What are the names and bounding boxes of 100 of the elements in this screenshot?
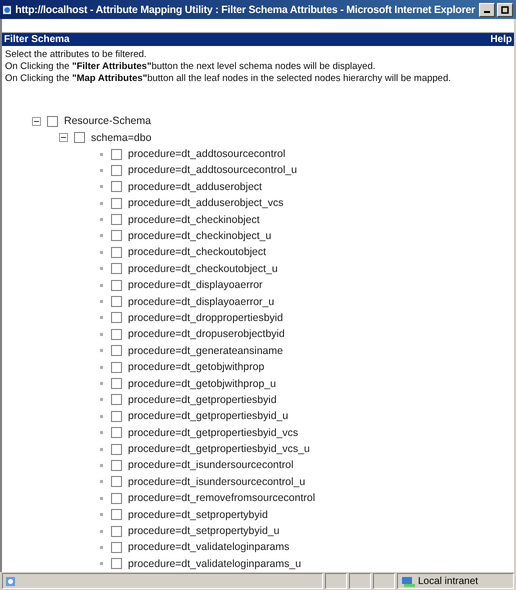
collapse-icon[interactable] (59, 133, 68, 142)
browser-icon (3, 4, 12, 16)
tree-node-label: procedure=dt_removefromsourcecontrol (128, 492, 316, 504)
tree-node-label: procedure=dt_setpropertybyid (128, 508, 268, 521)
leaf-icon (100, 202, 103, 205)
checkbox[interactable] (111, 492, 122, 504)
tree-node-label: procedure=dt_displayoaerror_u (128, 296, 274, 308)
leaf-icon (100, 496, 103, 500)
tree-node-label: procedure=dt_addtosourcecontrol (128, 148, 286, 160)
checkbox[interactable] (111, 378, 122, 389)
tree-node-label: procedure=dt_getobjwithprop_u (128, 378, 276, 390)
leaf-icon (100, 332, 103, 336)
tree-node-label: procedure=dt_checkoutobject (128, 246, 266, 258)
help-link[interactable]: Help (490, 34, 512, 46)
leaf-icon (100, 316, 103, 320)
zone-label: Local intranet (418, 576, 478, 586)
tree-node-label: procedure=dt_getpropertiesbyid (128, 394, 277, 406)
leaf-icon (100, 152, 103, 156)
checkbox[interactable] (111, 164, 122, 176)
intranet-icon (401, 576, 415, 586)
tree-node-label: procedure=dt_getpropertiesbyid_vcs (128, 426, 298, 439)
tree-node-label: procedure=dt_checkinobject_u (128, 230, 272, 242)
page-icon (5, 576, 16, 586)
status-panel (325, 573, 347, 589)
leaf-icon (100, 185, 103, 188)
leaf-icon (100, 530, 103, 533)
leaf-icon (100, 431, 103, 434)
checkbox[interactable] (74, 132, 85, 144)
leaf-icon (100, 398, 103, 402)
checkbox[interactable] (111, 542, 122, 553)
leaf-icon (100, 168, 103, 172)
tree-node-label: procedure=dt_getpropertiesbyid_vcs_u (128, 443, 310, 456)
tree-node-label: procedure=dt_validateloginparams_u (128, 558, 302, 570)
checkbox[interactable] (111, 362, 122, 373)
tree-node-label: procedure=dt_displayoaerror (128, 279, 263, 292)
instruction-text: On Clicking the "Map Attributes"button all the leaf nodes in the selected nodes hierarchy will be mapped. (5, 73, 452, 86)
minimize-icon (484, 11, 490, 13)
tree-node-label: procedure=dt_checkoutobject_u (128, 262, 278, 275)
tree-node-label: procedure=dt_isundersourcecontrol_u (128, 476, 306, 488)
leaf-icon (100, 513, 103, 516)
checkbox[interactable] (111, 230, 122, 242)
checkbox[interactable] (111, 460, 122, 471)
leaf-icon (100, 349, 103, 352)
checkbox[interactable] (111, 476, 122, 488)
maximize-icon (501, 6, 509, 14)
tree-node-label: procedure=dt_addtosourcecontrol_u (128, 164, 297, 176)
checkbox[interactable] (111, 509, 122, 520)
checkbox[interactable] (111, 526, 122, 537)
checkbox[interactable] (111, 328, 122, 340)
checkbox[interactable] (111, 198, 122, 209)
tree-node-label: procedure=dt_dropuserobjectbyid (128, 328, 285, 340)
checkbox[interactable] (111, 296, 122, 308)
checkbox[interactable] (111, 410, 122, 422)
checkbox[interactable] (111, 181, 122, 192)
leaf-icon (100, 267, 103, 270)
checkbox[interactable] (111, 345, 122, 356)
instruction-text: On Clicking the "Filter Attributes"button the next level schema nodes will be displayed. (5, 61, 376, 74)
tree-node-label: procedure=dt_droppropertiesbyid (128, 312, 283, 324)
tree-node-label: procedure=dt_getobjwithprop (128, 361, 264, 374)
leaf-icon (100, 414, 103, 418)
checkbox[interactable] (111, 263, 122, 274)
checkbox[interactable] (111, 280, 122, 291)
leaf-icon (100, 448, 103, 451)
checkbox[interactable] (111, 427, 122, 438)
section-title: Filter Schema (4, 34, 70, 46)
checkbox[interactable] (111, 558, 122, 570)
leaf-icon (100, 234, 103, 238)
checkbox[interactable] (111, 246, 122, 258)
leaf-icon (100, 300, 103, 304)
tree-node-label: procedure=dt_isundersourcecontrol (128, 459, 294, 472)
instruction-text: Select the attributes to be filtered. (5, 49, 148, 62)
maximize-button[interactable] (497, 2, 513, 16)
leaf-icon (100, 284, 103, 287)
checkbox[interactable] (111, 214, 122, 226)
tree-node-label: procedure=dt_adduserobject_vcs (128, 197, 284, 210)
checkbox[interactable] (47, 116, 58, 127)
leaf-icon (100, 464, 103, 467)
collapse-icon[interactable] (32, 116, 41, 126)
checkbox[interactable] (111, 148, 122, 160)
leaf-icon (100, 382, 103, 385)
window-title: http://localhost - Attribute Mapping Utility : Filter Schema Attributes - Microsoft Internet Explorer (15, 4, 475, 16)
status-panel (349, 573, 371, 589)
checkbox[interactable] (111, 394, 122, 406)
leaf-icon (100, 562, 103, 566)
status-panel (373, 573, 395, 589)
tree-node-label: Resource-Schema (64, 115, 151, 128)
tree-node-label: procedure=dt_checkinobject (128, 214, 260, 226)
tree-node-label: procedure=dt_getpropertiesbyid_u (128, 410, 288, 422)
leaf-icon (100, 218, 103, 222)
leaf-icon (100, 480, 103, 484)
leaf-icon (100, 546, 103, 549)
leaf-icon (100, 366, 103, 369)
checkbox[interactable] (111, 312, 122, 324)
minimize-button[interactable] (479, 2, 495, 16)
leaf-icon (100, 250, 103, 254)
tree-node-label: procedure=dt_generateansiname (128, 344, 283, 357)
tree-node-label: procedure=dt_adduserobject (128, 180, 262, 193)
checkbox[interactable] (111, 444, 122, 455)
tree-node-label: schema=dbo (91, 132, 152, 144)
tree-node-label: procedure=dt_setpropertybyid_u (128, 525, 280, 538)
